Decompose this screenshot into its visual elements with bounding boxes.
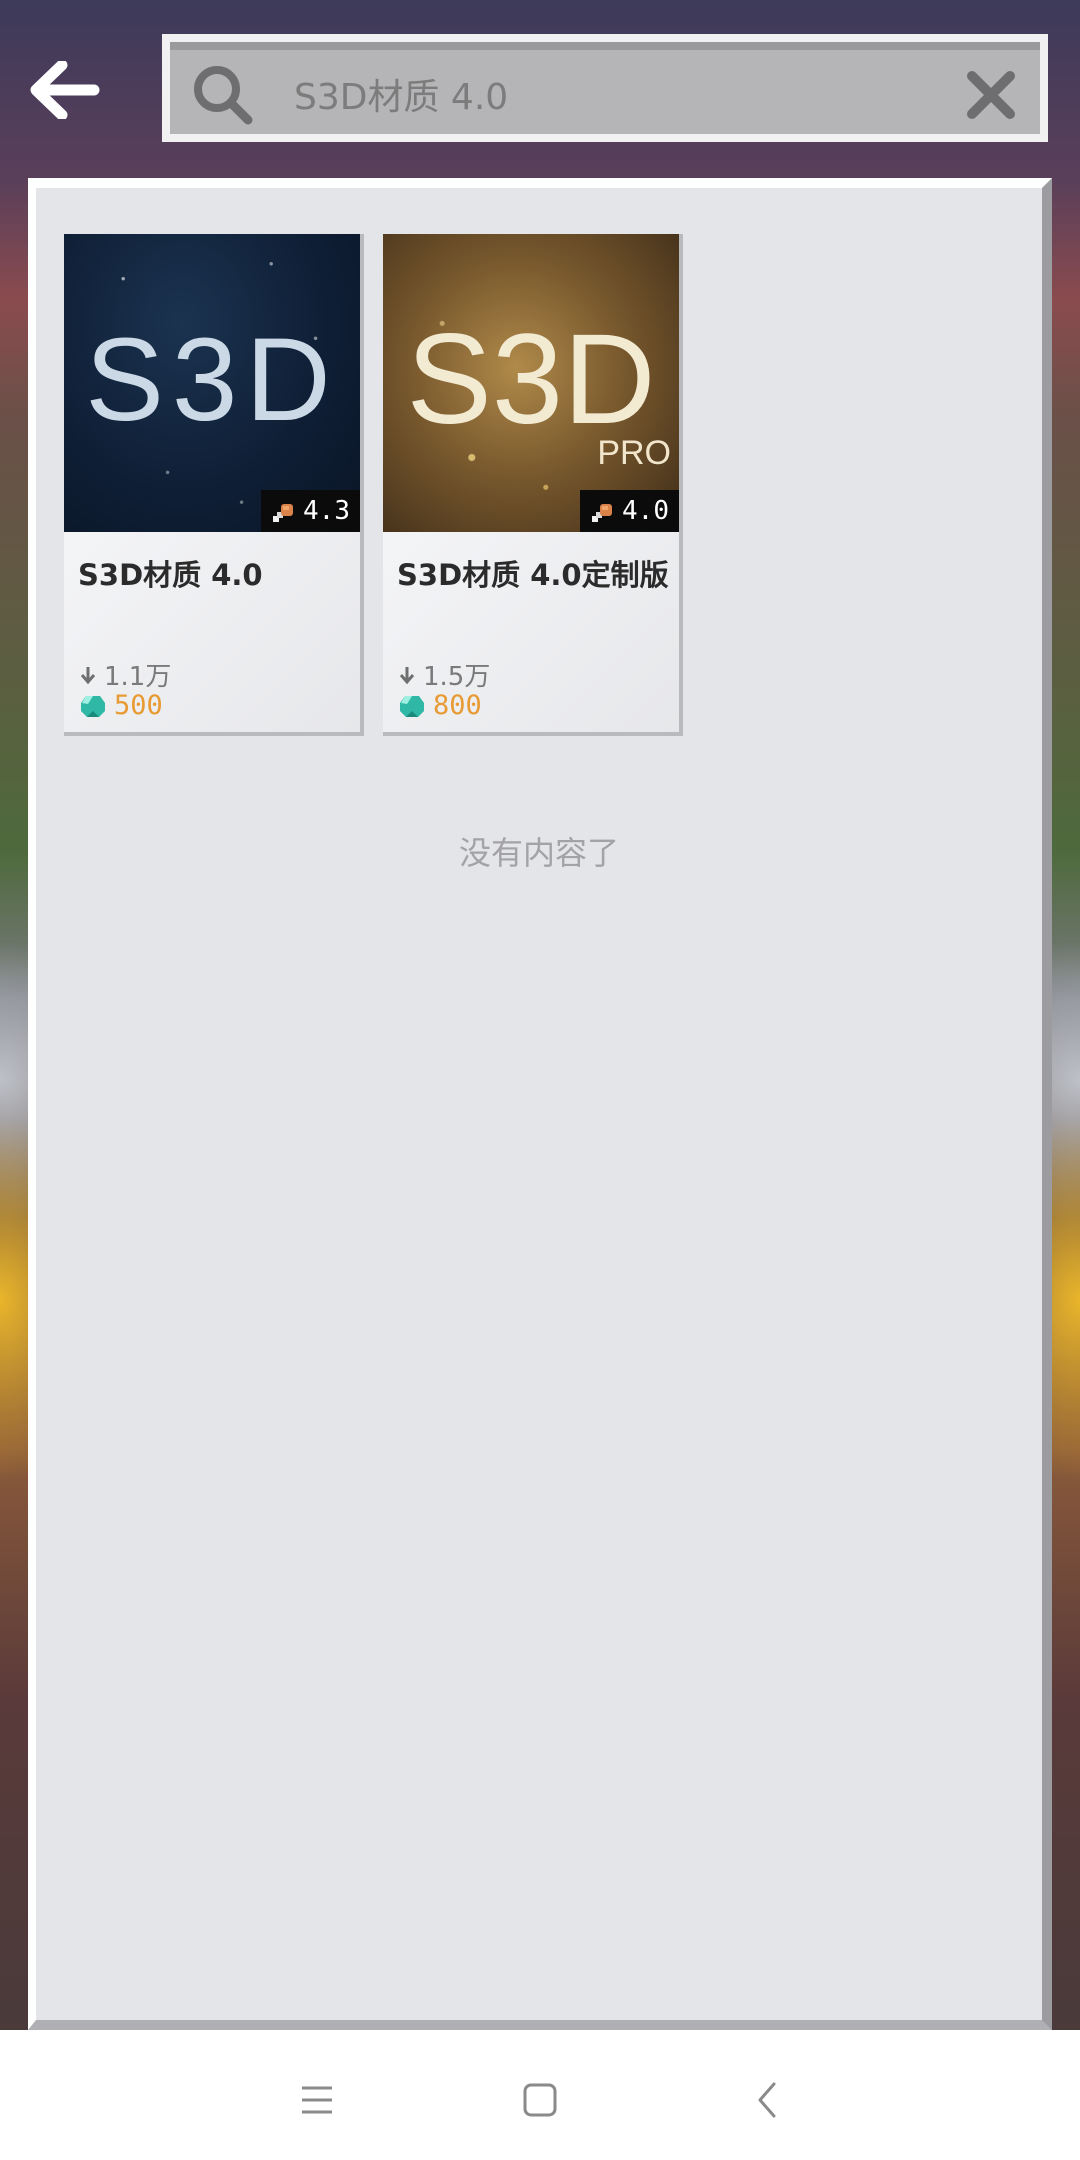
drumstick-icon (273, 504, 294, 522)
price-value: 800 (433, 690, 482, 721)
result-card[interactable]: S3D PRO 4.0 S3D材质 4.0定制版 1.5万 800 (383, 234, 683, 736)
result-thumbnail: S3D 4.3 (64, 234, 360, 532)
rating-value: 4.3 (303, 496, 350, 526)
search-icon (194, 66, 253, 125)
download-count-value: 1.5万 (423, 662, 491, 692)
price-value: 500 (114, 690, 163, 721)
results-panel: S3D 4.3 S3D材质 4.0 1.1万 500 S3D PRO 4.0 S… (28, 178, 1052, 2030)
thumbnail-logo-subtext: PRO (597, 434, 671, 472)
thumbnail-logo-text: S3D (406, 308, 656, 451)
download-count: 1.5万 (399, 656, 490, 693)
search-input[interactable] (294, 58, 914, 130)
result-thumbnail: S3D PRO 4.0 (383, 234, 679, 532)
price: 500 (80, 690, 163, 721)
download-arrow-icon (80, 666, 96, 684)
back-button[interactable] (22, 50, 108, 130)
result-title: S3D材质 4.0 (78, 558, 263, 592)
diamond-icon (81, 695, 105, 717)
drumstick-icon (592, 504, 613, 522)
result-title: S3D材质 4.0定制版 (397, 558, 669, 592)
thumbnail-logo-text: S3D (85, 314, 339, 446)
download-count-value: 1.1万 (104, 662, 172, 692)
diamond-icon (400, 695, 424, 717)
end-of-list-message: 没有内容了 (458, 834, 619, 872)
result-card[interactable]: S3D 4.3 S3D材质 4.0 1.1万 500 (64, 234, 364, 736)
rating-value: 4.0 (622, 496, 669, 526)
search-field[interactable] (170, 42, 1040, 134)
chevron-left-icon[interactable] (738, 2070, 798, 2130)
system-nav-bar (0, 2030, 1080, 2160)
home-square-icon[interactable] (510, 2070, 570, 2130)
download-count: 1.1万 (80, 656, 171, 693)
rating-badge: 4.0 (580, 490, 679, 532)
top-bar (0, 0, 1080, 160)
back-arrow-icon (30, 61, 100, 119)
search-box[interactable] (162, 34, 1048, 142)
menu-icon[interactable] (286, 2070, 346, 2130)
rating-badge: 4.3 (261, 490, 360, 532)
download-arrow-icon (399, 666, 415, 684)
price: 800 (399, 690, 482, 721)
close-icon[interactable] (962, 66, 1020, 124)
